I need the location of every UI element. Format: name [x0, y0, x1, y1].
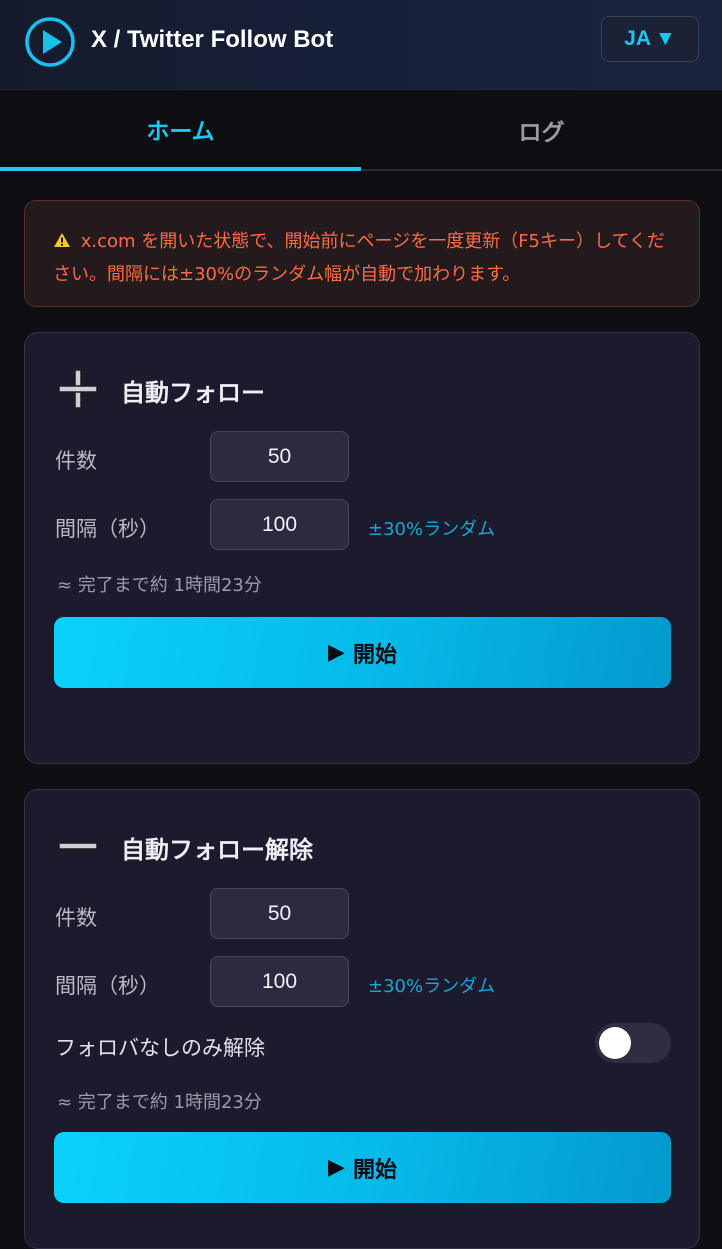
app-header: X / Twitter Follow Bot JA ▼ [0, 0, 722, 90]
tab-bar: ホーム ログ [0, 91, 722, 171]
auto-unfollow-card: 自動フォロー解除 件数 間隔（秒） ±30%ランダム フォロバなしのみ解除 ≈ … [24, 789, 700, 1249]
card-title: 自動フォロー解除 [121, 836, 313, 864]
random-note: ±30%ランダム [368, 976, 496, 997]
start-label: 開始 [352, 642, 397, 668]
chevron-down-icon: ▼ [655, 27, 676, 50]
unfollow-count-input[interactable] [210, 888, 349, 939]
language-selector-button[interactable]: JA ▼ [601, 16, 699, 62]
toggle-knob [599, 1027, 631, 1059]
minus-icon [58, 842, 98, 850]
play-circle-icon [25, 17, 75, 67]
follow-start-button[interactable]: ▶ 開始 [54, 617, 671, 688]
plus-icon [58, 369, 98, 409]
play-icon: ▶ [328, 1155, 345, 1180]
interval-label: 間隔（秒） [55, 974, 160, 998]
random-note: ±30%ランダム [368, 519, 496, 540]
estimate-text: ≈ 完了まで約 1時間23分 [57, 575, 262, 596]
warning-icon [53, 231, 77, 252]
toggle-label: フォロバなしのみ解除 [55, 1036, 265, 1060]
app-title: X / Twitter Follow Bot [91, 26, 334, 53]
count-label: 件数 [55, 449, 97, 473]
tab-home[interactable]: ホーム [0, 91, 361, 171]
card-title: 自動フォロー [121, 379, 265, 407]
unfollow-start-button[interactable]: ▶ 開始 [54, 1132, 671, 1203]
follow-count-input[interactable] [210, 431, 349, 482]
warning-notice: x.com を開いた状態で、開始前にページを一度更新（F5キー）してください。間… [24, 200, 700, 307]
start-label: 開始 [352, 1157, 397, 1183]
estimate-text: ≈ 完了まで約 1時間23分 [57, 1092, 262, 1113]
count-label: 件数 [55, 906, 97, 930]
non-followback-only-toggle[interactable] [595, 1023, 671, 1063]
play-icon: ▶ [328, 640, 345, 665]
unfollow-interval-input[interactable] [210, 956, 349, 1007]
interval-label: 間隔（秒） [55, 517, 160, 541]
warning-text: x.com を開いた状態で、開始前にページを一度更新（F5キー）してください。間… [53, 231, 665, 285]
follow-interval-input[interactable] [210, 499, 349, 550]
language-label: JA [624, 27, 652, 50]
auto-follow-card: 自動フォロー 件数 間隔（秒） ±30%ランダム ≈ 完了まで約 1時間23分 … [24, 332, 700, 764]
tab-log[interactable]: ログ [361, 91, 722, 169]
